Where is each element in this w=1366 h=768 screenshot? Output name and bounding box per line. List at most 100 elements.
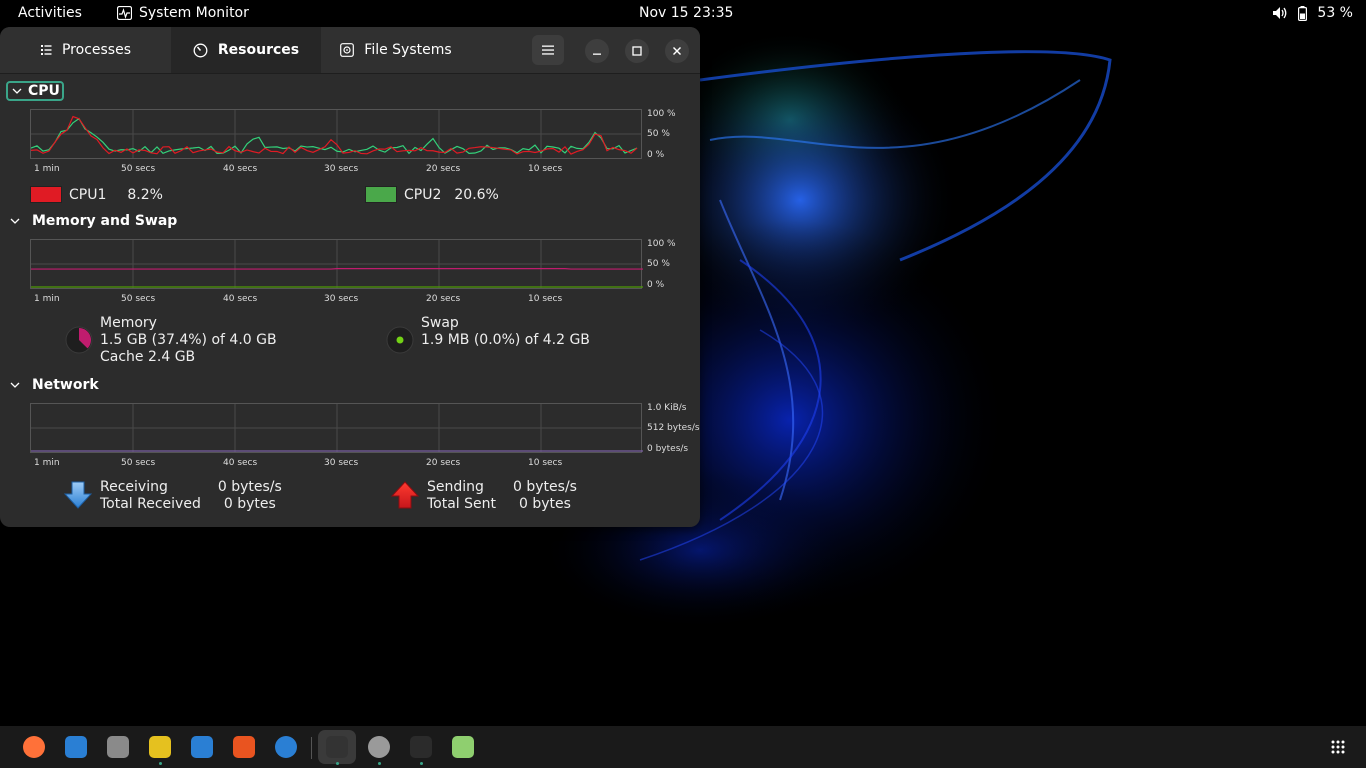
- close-icon: [673, 47, 681, 55]
- battery-icon: [1298, 5, 1308, 21]
- close-button[interactable]: [665, 39, 689, 63]
- maximize-icon: [632, 46, 642, 56]
- firefox-icon[interactable]: [23, 736, 45, 758]
- network-x-label: 10 secs: [528, 458, 563, 468]
- cpu2-legend: CPU2 20.6%: [365, 186, 499, 203]
- minimize-button[interactable]: [585, 39, 609, 63]
- cpu-x-label: 40 secs: [223, 164, 258, 174]
- swap-pie-chart[interactable]: [385, 325, 415, 355]
- battery-percentage: 53 %: [1317, 5, 1353, 21]
- clock[interactable]: Nov 15 23:35: [639, 5, 733, 21]
- chevron-down-icon: [10, 218, 20, 224]
- help-icon[interactable]: [275, 736, 297, 758]
- memory-history-graph: [30, 239, 643, 289]
- system-monitor-icon: [117, 6, 132, 20]
- show-apps-grid-icon[interactable]: [1331, 740, 1345, 754]
- tab-file-systems[interactable]: File Systems: [321, 27, 471, 73]
- network-graph-canvas: [31, 404, 643, 452]
- maximize-button[interactable]: [625, 39, 649, 63]
- total-received-label: Total Received: [100, 496, 201, 512]
- cpu2-color-swatch[interactable]: [365, 186, 397, 203]
- network-y-label-mid: 512 bytes/s: [647, 423, 700, 433]
- hamburger-icon: [542, 45, 554, 55]
- memory-x-label: 30 secs: [324, 294, 359, 304]
- total-received-value: 0 bytes: [223, 496, 276, 512]
- cpu-y-label-0: 0 %: [647, 150, 665, 160]
- files-icon[interactable]: [107, 736, 129, 758]
- network-x-label: 40 secs: [223, 458, 258, 468]
- tab-processes-label: Processes: [61, 42, 131, 58]
- terminal-icon[interactable]: [410, 736, 432, 758]
- activities-button[interactable]: Activities: [18, 5, 82, 21]
- network-y-label-max: 1.0 KiB/s: [647, 403, 687, 413]
- receiving-info: Receiving 0 bytes/s Total Received 0 byt…: [100, 479, 282, 513]
- receiving-arrow-icon[interactable]: [64, 481, 92, 509]
- memory-graph-canvas: [31, 240, 643, 288]
- memory-y-label-100: 100 %: [647, 239, 676, 249]
- app-menu[interactable]: System Monitor: [117, 5, 249, 21]
- network-section-title: Network: [32, 377, 99, 393]
- cpu-x-label: 30 secs: [324, 164, 359, 174]
- system-tray[interactable]: 53 %: [1272, 5, 1353, 21]
- cpu-y-label-100: 100 %: [647, 109, 676, 119]
- network-x-label: 30 secs: [324, 458, 359, 468]
- thunderbird-icon[interactable]: [65, 736, 87, 758]
- memory-section-title: Memory and Swap: [32, 213, 178, 229]
- writer-icon[interactable]: [191, 736, 213, 758]
- resources-content: CPU 100 % 50 % 0 % 1 min 50 secs 40 secs…: [0, 74, 700, 527]
- running-indicator: [378, 762, 381, 765]
- rhythmbox-icon[interactable]: [149, 736, 171, 758]
- swap-label: Swap: [421, 315, 459, 331]
- tab-processes[interactable]: Processes: [0, 27, 171, 73]
- sending-value: 0 bytes/s: [513, 479, 577, 495]
- running-indicator: [420, 762, 423, 765]
- running-indicator: [336, 762, 339, 765]
- network-y-label-0: 0 bytes/s: [647, 444, 689, 454]
- chevron-down-icon: [10, 382, 20, 388]
- memory-pie-chart[interactable]: [64, 325, 94, 355]
- tab-file-systems-label: File Systems: [364, 42, 452, 58]
- memory-x-label: 20 secs: [426, 294, 461, 304]
- cpu2-label: CPU2: [404, 186, 442, 203]
- cpu-history-graph: [30, 109, 642, 159]
- memory-cache: Cache 2.4 GB: [100, 349, 196, 365]
- cpu1-history-line: [31, 115, 638, 155]
- network-x-label: 1 min: [34, 458, 60, 468]
- network-x-label: 50 secs: [121, 458, 156, 468]
- network-x-label: 20 secs: [426, 458, 461, 468]
- memory-x-label: 10 secs: [528, 294, 563, 304]
- cpu-y-label-50: 50 %: [647, 129, 670, 139]
- sending-label: Sending: [427, 479, 484, 495]
- header-bar: Processes Resources File Systems: [0, 27, 700, 74]
- cpu1-value: 8.2%: [127, 186, 163, 203]
- minimize-icon: [593, 53, 601, 55]
- top-bar: Activities System Monitor Nov 15 23:35 5…: [0, 0, 1366, 27]
- memory-y-label-0: 0 %: [647, 280, 665, 290]
- cpu-x-label: 1 min: [34, 164, 60, 174]
- sending-arrow-icon[interactable]: [391, 481, 419, 509]
- cpu1-legend: CPU1 8.2%: [30, 186, 163, 203]
- cpu2-value: 20.6%: [454, 186, 499, 203]
- cpu1-color-swatch[interactable]: [30, 186, 62, 203]
- app-center-icon[interactable]: [233, 736, 255, 758]
- main-menu-button[interactable]: [532, 35, 564, 65]
- swap-usage: 1.9 MB (0.0%) of 4.2 GB: [421, 332, 590, 348]
- trash-icon[interactable]: [452, 736, 474, 758]
- memory-x-label: 1 min: [34, 294, 60, 304]
- system-monitor-icon[interactable]: [326, 736, 348, 758]
- cpu-x-label: 10 secs: [528, 164, 563, 174]
- cpu-graph-canvas: [31, 110, 641, 158]
- receiving-label: Receiving: [100, 479, 168, 495]
- cpu-section-header[interactable]: CPU: [6, 81, 64, 101]
- settings-icon[interactable]: [368, 736, 390, 758]
- swap-pie-dot: [396, 336, 404, 344]
- cpu1-label: CPU1: [69, 186, 107, 203]
- tab-resources[interactable]: Resources: [171, 27, 321, 73]
- memory-x-label: 50 secs: [121, 294, 156, 304]
- network-history-graph: [30, 403, 643, 453]
- chevron-down-icon: [12, 88, 22, 94]
- memory-label: Memory: [100, 315, 157, 331]
- list-icon: [40, 45, 52, 55]
- network-section-header[interactable]: Network: [10, 377, 99, 393]
- memory-section-header[interactable]: Memory and Swap: [10, 213, 177, 229]
